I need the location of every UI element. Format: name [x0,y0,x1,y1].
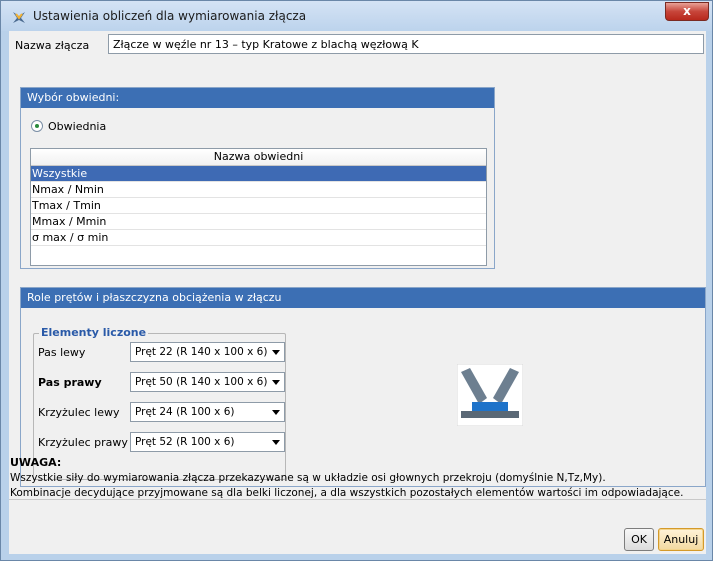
chevron-down-icon[interactable] [272,350,280,355]
right-diagonal-select[interactable]: Pręt 52 (R 100 x 6) [130,432,285,452]
list-item[interactable]: Nmax / Nmin [31,182,486,198]
envelope-radio[interactable]: Obwiednia [31,119,106,133]
divider [9,499,706,500]
envelope-panel-title: Wybór obwiedni: [21,88,494,108]
note-title: UWAGA: [10,456,62,469]
envelope-radio-label: Obwiednia [48,119,107,133]
right-chord-select[interactable]: Pręt 50 (R 140 x 100 x 6) [130,372,285,392]
list-item[interactable]: Tmax / Tmin [31,198,486,214]
chevron-down-icon[interactable] [272,440,280,445]
roles-panel: Role prętów i płaszczyzna obciążenia w z… [20,287,706,487]
list-item[interactable]: σ max / σ min [31,230,486,246]
left-chord-value: Pręt 22 (R 140 x 100 x 6) [135,346,268,358]
counted-elements-title: Elementy liczone [39,326,149,339]
app-icon [13,12,25,23]
right-chord-label: Pas prawy [38,376,102,389]
right-chord-value: Pręt 50 (R 140 x 100 x 6) [135,376,268,388]
close-button[interactable]: x [665,2,709,21]
ok-button[interactable]: OK [624,528,654,551]
left-diagonal-value: Pręt 24 (R 100 x 6) [135,406,235,418]
left-chord-label: Pas lewy [38,346,86,359]
left-chord-select[interactable]: Pręt 22 (R 140 x 100 x 6) [130,342,285,362]
note-line-2: Kombinacje decydujące przyjmowane są dla… [10,487,684,499]
joint-name-input[interactable] [108,34,704,54]
roles-panel-title: Role prętów i płaszczyzna obciążenia w z… [21,288,705,308]
list-item[interactable]: Wszystkie [31,166,486,182]
window-title: Ustawienia obliczeń dla wymiarowania złą… [33,9,307,23]
left-diagonal-select[interactable]: Pręt 24 (R 100 x 6) [130,402,285,422]
cancel-button[interactable]: Anuluj [658,528,704,551]
envelope-list[interactable]: Nazwa obwiedni Wszystkie Nmax / Nmin Tma… [30,148,487,266]
radio-selected-icon[interactable] [31,120,43,132]
list-item[interactable]: Mmax / Mmin [31,214,486,230]
note-line-1: Wszystkie siły do wymiarowania złącza pr… [10,472,606,484]
right-diagonal-value: Pręt 52 (R 100 x 6) [135,436,235,448]
envelope-list-header[interactable]: Nazwa obwiedni [31,149,486,166]
envelope-panel: Wybór obwiedni: Obwiednia Nazwa obwiedni… [20,87,495,269]
right-diagonal-label: Krzyżulec prawy [38,436,128,449]
chevron-down-icon[interactable] [272,380,280,385]
counted-elements-group: Elementy liczone Pas lewy Pręt 22 (R 140… [33,326,286,480]
truss-joint-icon [457,364,523,426]
title-bar[interactable]: Ustawienia obliczeń dla wymiarowania złą… [1,1,712,31]
dialog-window: Ustawienia obliczeń dla wymiarowania złą… [0,0,713,561]
joint-name-label: Nazwa złącza [15,39,90,52]
left-diagonal-label: Krzyżulec lewy [38,406,120,419]
chevron-down-icon[interactable] [272,410,280,415]
dialog-body: Nazwa złącza Wybór obwiedni: Obwiednia N… [9,31,706,554]
